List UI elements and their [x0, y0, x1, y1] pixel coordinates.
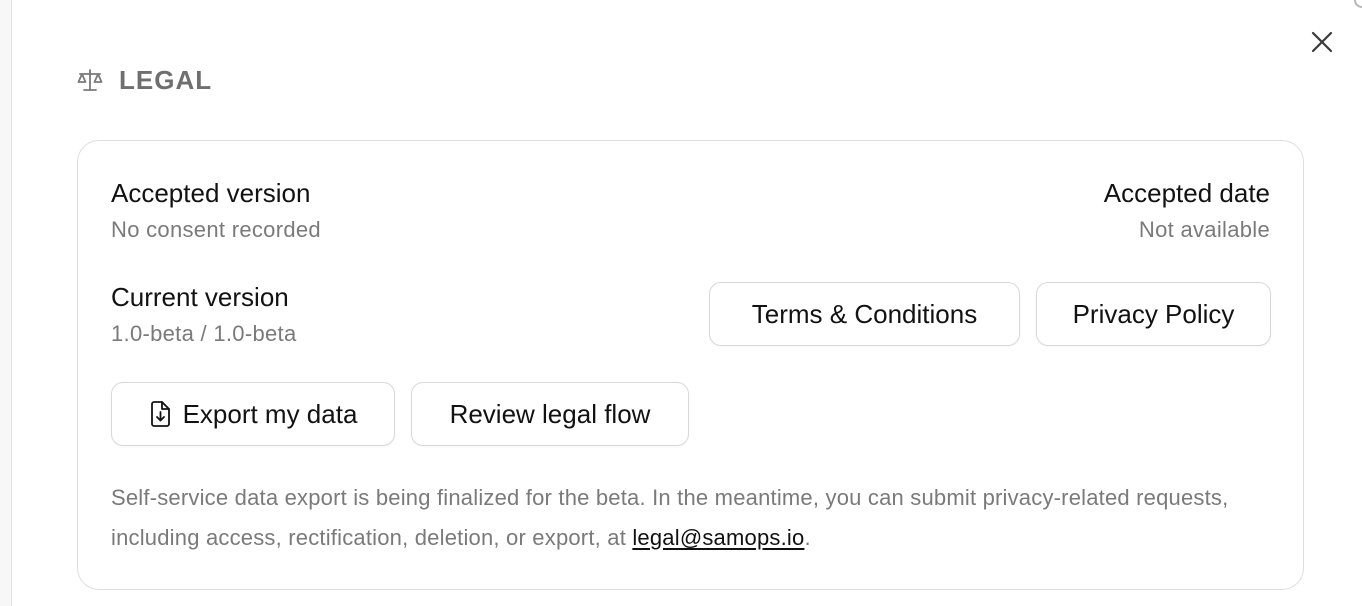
- note-text-end: .: [804, 525, 811, 550]
- export-data-label: Export my data: [182, 398, 358, 429]
- legal-card: Accepted version No consent recorded Acc…: [77, 140, 1304, 590]
- current-version-label: Current version: [111, 282, 289, 312]
- close-button[interactable]: [1308, 28, 1336, 56]
- terms-conditions-label: Terms & Conditions: [751, 298, 978, 329]
- privacy-policy-label: Privacy Policy: [1072, 298, 1235, 329]
- accepted-date-value: Not available: [1138, 217, 1270, 242]
- section-title: LEGAL: [119, 64, 213, 95]
- close-icon: [1311, 31, 1333, 53]
- panel-corner-decoration: [1354, 0, 1362, 8]
- accepted-date-label: Accepted date: [1103, 178, 1270, 208]
- privacy-request-note: Self-service data export is being finali…: [111, 478, 1251, 558]
- scale-icon: [77, 69, 103, 91]
- section-header: LEGAL: [77, 62, 212, 98]
- current-version-value: 1.0-beta / 1.0-beta: [111, 321, 297, 346]
- legal-panel: LEGAL Accepted version No consent record…: [11, 0, 1362, 606]
- file-download-icon: [150, 401, 170, 427]
- accepted-version-label: Accepted version: [111, 178, 311, 208]
- review-legal-flow-button[interactable]: Review legal flow: [411, 382, 689, 446]
- terms-conditions-button[interactable]: Terms & Conditions: [709, 282, 1020, 346]
- accepted-version-value: No consent recorded: [111, 217, 321, 242]
- export-data-button[interactable]: Export my data: [111, 382, 395, 446]
- review-legal-flow-label: Review legal flow: [449, 398, 651, 429]
- legal-email-link[interactable]: legal@samops.io: [632, 525, 804, 550]
- privacy-policy-button[interactable]: Privacy Policy: [1036, 282, 1271, 346]
